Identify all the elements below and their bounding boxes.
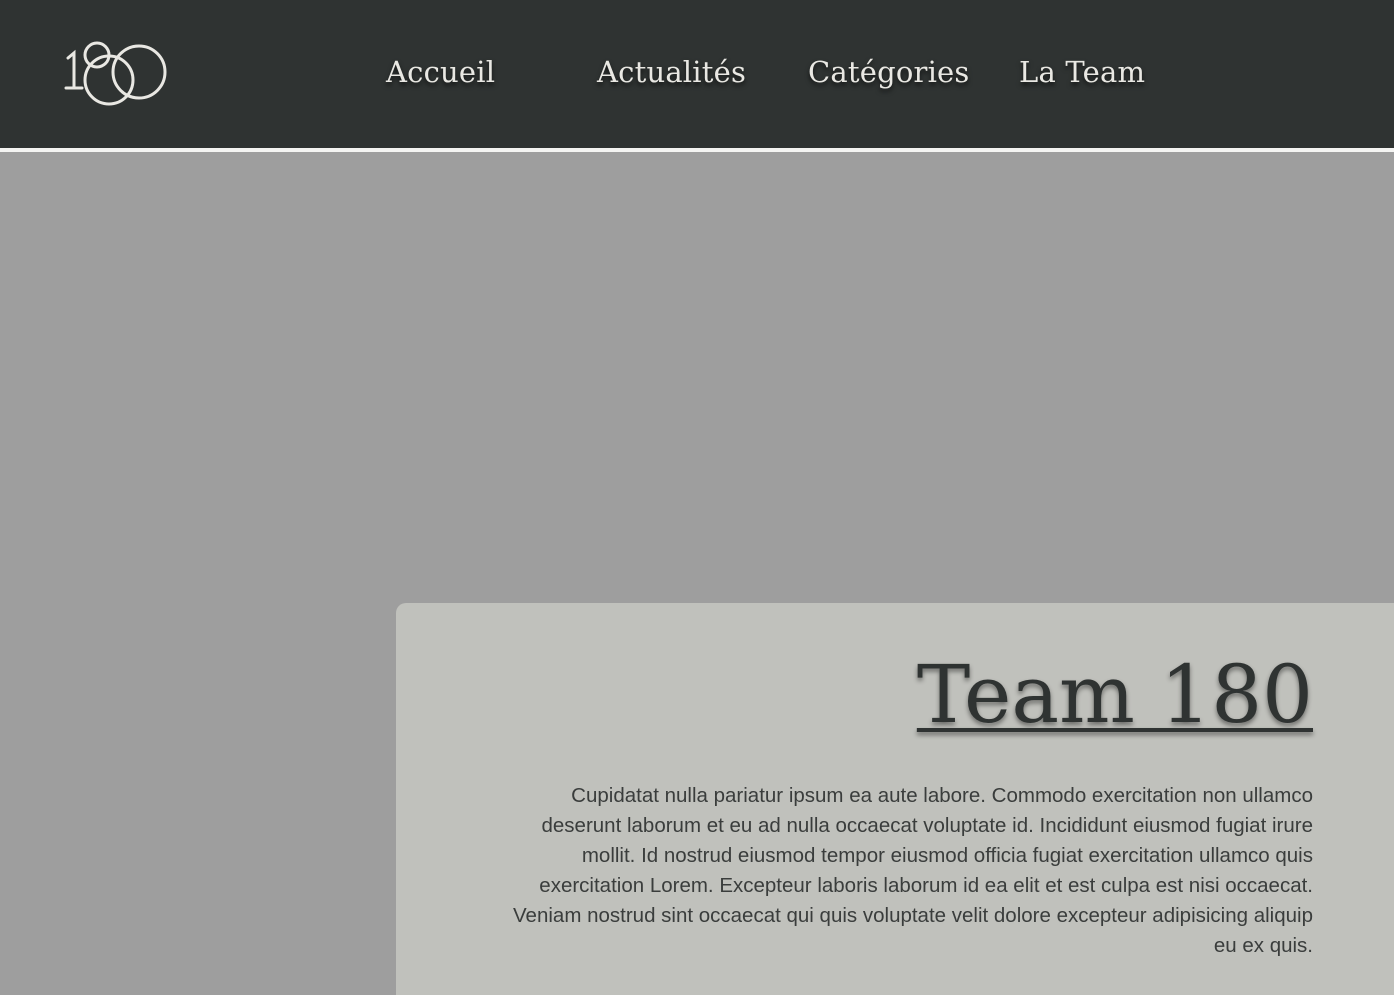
team-card: Team 180 Cupidatat nulla pariatur ipsum … xyxy=(396,603,1394,995)
nav-link-accueil[interactable]: Accueil xyxy=(386,52,495,92)
nav-link-la-team[interactable]: La Team xyxy=(1019,52,1145,92)
nav-link-categories[interactable]: Catégories xyxy=(808,52,970,92)
team-title: Team 180 xyxy=(916,648,1313,741)
logo-180-icon xyxy=(64,41,167,106)
nav-link-actualites[interactable]: Actualités xyxy=(597,52,746,92)
site-header: Accueil Actualités Catégories La Team xyxy=(0,0,1394,148)
logo-180[interactable] xyxy=(60,36,172,112)
team-description: Cupidatat nulla pariatur ipsum ea aute l… xyxy=(513,784,1313,957)
